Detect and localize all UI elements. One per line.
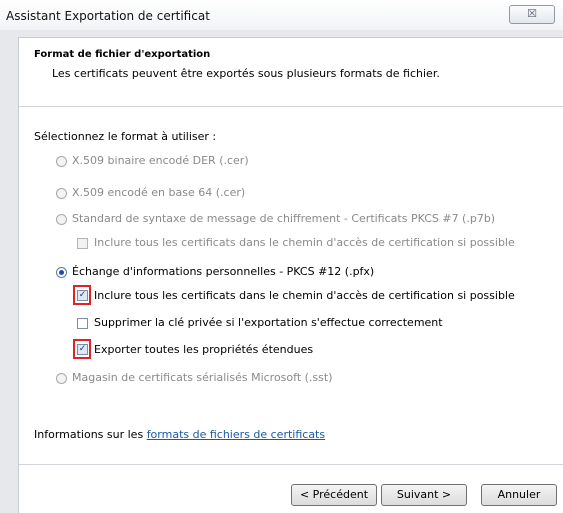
radio-sst-label[interactable]: Magasin de certificats sérialisés Micros… xyxy=(72,371,333,384)
check-icon: ✓ xyxy=(78,344,87,354)
checkbox-pkcs7-include[interactable] xyxy=(77,238,88,249)
page-title: Format de fichier d'exportation xyxy=(34,49,211,60)
radio-sst[interactable] xyxy=(56,373,67,384)
check-icon: ✓ xyxy=(78,290,87,300)
footer-separator xyxy=(19,464,563,465)
radio-der[interactable] xyxy=(56,156,67,167)
page-subtitle: Les certificats peuvent être exportés so… xyxy=(52,67,440,80)
radio-pkcs7-label[interactable]: Standard de syntaxe de message de chiffr… xyxy=(72,212,495,225)
header-separator xyxy=(19,106,563,107)
checkbox-pkcs7-include-label[interactable]: Inclure tous les certificats dans le che… xyxy=(94,236,515,249)
title-bar: Assistant Exportation de certificat ☒ xyxy=(0,0,563,30)
next-button[interactable]: Suivant > xyxy=(381,484,467,506)
checkbox-pfx-include-label[interactable]: Inclure tous les certificats dans le che… xyxy=(94,289,515,302)
cancel-button[interactable]: Annuler xyxy=(481,484,557,506)
checkbox-export-properties-label[interactable]: Exporter toutes les propriétés étendues xyxy=(94,343,313,356)
radio-der-label[interactable]: X.509 binaire encodé DER (.cer) xyxy=(72,154,249,167)
checkbox-delete-private-key-label[interactable]: Supprimer la clé privée si l'exportation… xyxy=(94,316,443,329)
radio-base64[interactable] xyxy=(56,188,67,199)
formats-link[interactable]: formats de fichiers de certificats xyxy=(147,428,325,441)
radio-base64-label[interactable]: X.509 encodé en base 64 (.cer) xyxy=(72,186,245,199)
close-button[interactable]: ☒ xyxy=(509,5,555,24)
checkbox-export-properties[interactable]: ✓ xyxy=(77,344,88,355)
info-prefix: Informations sur les xyxy=(34,428,147,441)
checkbox-pfx-include[interactable]: ✓ xyxy=(77,290,88,301)
close-icon: ☒ xyxy=(527,7,537,20)
radio-pkcs7[interactable] xyxy=(56,214,67,225)
info-text: Informations sur les formats de fichiers… xyxy=(34,428,325,441)
checkbox-delete-private-key[interactable] xyxy=(77,318,88,329)
radio-selected-dot xyxy=(59,270,64,275)
format-prompt: Sélectionnez le format à utiliser : xyxy=(34,130,217,143)
radio-pfx-label[interactable]: Échange d'informations personnelles - PK… xyxy=(72,265,374,278)
back-button[interactable]: < Précédent xyxy=(291,484,377,506)
radio-pfx[interactable] xyxy=(56,267,67,278)
window-title: Assistant Exportation de certificat xyxy=(6,9,210,23)
